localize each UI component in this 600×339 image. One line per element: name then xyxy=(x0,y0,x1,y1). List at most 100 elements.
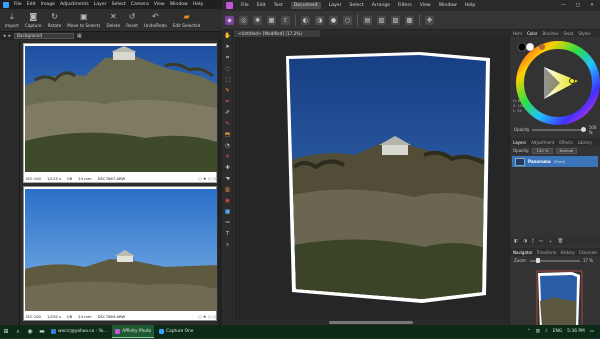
shape-tool-icon[interactable]: ■ xyxy=(223,208,232,216)
add-layer-icon[interactable]: ＋ xyxy=(548,239,553,245)
af-menu-filters[interactable]: Filters xyxy=(398,3,412,8)
c1-menu-edit[interactable]: Edit xyxy=(27,2,36,7)
taskbar-app-affinity[interactable]: Affinity Photo xyxy=(112,325,155,338)
develop-persona-icon[interactable]: ✺ xyxy=(253,15,262,25)
rotate-button[interactable]: ↻ Rotate xyxy=(47,9,63,31)
red-eye-tool-icon[interactable]: ◉ xyxy=(223,197,232,205)
photo-persona-icon[interactable]: ◆ xyxy=(225,15,234,25)
af-menu-layer[interactable]: Layer xyxy=(329,3,342,8)
delete-button[interactable]: ✕ Delete xyxy=(105,9,121,31)
start-icon[interactable]: ⊞ xyxy=(0,325,12,338)
blend-mode-select[interactable]: Normal xyxy=(555,147,578,154)
auto-white-balance-icon[interactable]: ○ xyxy=(343,15,352,25)
view-tool-icon[interactable]: ✋ xyxy=(223,32,232,40)
reset-button[interactable]: ↺ Reset xyxy=(125,9,139,31)
tab-effects[interactable]: Effects xyxy=(559,140,573,145)
c1-menu-layer[interactable]: Layer xyxy=(94,2,107,7)
rating-stars[interactable]: ○ ★ ○ ○ xyxy=(198,176,216,181)
layer-row[interactable]: Panorama (Pixel) xyxy=(512,156,598,167)
clock[interactable]: 5:36 PM xyxy=(567,329,585,334)
undo-redo-button[interactable]: ↶ Undo/Redo xyxy=(143,9,168,31)
af-menu-window[interactable]: Window xyxy=(439,3,457,8)
auto-colors-icon[interactable]: ● xyxy=(329,15,338,25)
selection-mode-icon[interactable]: ▧ xyxy=(377,15,386,25)
edge-icon[interactable]: ◉ xyxy=(24,325,36,338)
mask-icon[interactable]: ▤ xyxy=(363,15,372,25)
tab-hsm[interactable]: Hsm xyxy=(513,31,522,36)
marquee-tool-icon[interactable]: ⬚ xyxy=(223,76,232,84)
c1-menu-help[interactable]: Help xyxy=(193,2,203,7)
af-menu-text[interactable]: Text xyxy=(274,3,283,8)
auto-contrast-icon[interactable]: ◑ xyxy=(315,15,324,25)
c1-menu-adjustments[interactable]: Adjustments xyxy=(60,2,89,7)
clone-tool-icon[interactable]: ✢ xyxy=(223,153,232,161)
fill-tool-icon[interactable]: ⬒ xyxy=(223,131,232,139)
auto-levels-icon[interactable]: ◐ xyxy=(301,15,310,25)
tab-layers[interactable]: Layers xyxy=(513,140,526,145)
layer-opacity-field[interactable]: 100 % xyxy=(532,147,553,154)
flood-select-icon[interactable]: ✎ xyxy=(223,87,232,95)
af-menu-view[interactable]: View xyxy=(420,3,431,8)
af-menu-document[interactable]: Document xyxy=(290,2,321,9)
gradient-tool-icon[interactable]: ▥ xyxy=(223,186,232,194)
color-picker-icon[interactable]: ✒ xyxy=(223,98,232,106)
search-icon[interactable]: ⌕ xyxy=(12,325,24,338)
af-menu-file[interactable]: File xyxy=(241,3,249,8)
c1-menu-window[interactable]: Window xyxy=(170,2,188,7)
liquify-persona-icon[interactable]: ◎ xyxy=(239,15,248,25)
capture-button[interactable]: ◙ Capture xyxy=(24,9,43,31)
c1-menu-image[interactable]: Image xyxy=(41,2,55,7)
grid-view-icon[interactable]: ▦ xyxy=(77,33,82,39)
tab-history[interactable]: History xyxy=(560,250,574,255)
thumbnail[interactable]: ISO 100 1/250 s f/8 24 mm DSC7869.ARW ○ … xyxy=(23,186,217,321)
maximize-icon[interactable]: □ xyxy=(576,3,580,8)
edit-selected-button[interactable]: ▰ Edit Selected xyxy=(172,9,202,31)
layer-mask-icon[interactable]: ◧ xyxy=(514,239,518,244)
c1-menu-file[interactable]: File xyxy=(14,2,22,7)
canvas[interactable] xyxy=(234,37,527,320)
minimize-icon[interactable]: — xyxy=(561,3,566,8)
af-menu-arrange[interactable]: Arrange xyxy=(372,3,390,8)
scrollbar-thumb[interactable] xyxy=(329,321,413,324)
export-persona-icon[interactable]: ⇪ xyxy=(281,15,290,25)
taskbar-app-capture-one[interactable]: Capture One xyxy=(156,325,196,338)
c1-menu-select[interactable]: Select xyxy=(112,2,126,7)
zoom-tool-icon[interactable]: ⌕ xyxy=(223,241,232,249)
document-tab[interactable]: <Untitled> [Modified] (17.2%) xyxy=(234,30,320,37)
collection-field[interactable]: Background xyxy=(14,33,75,39)
tab-library[interactable]: Library xyxy=(578,140,592,145)
c1-menu-camera[interactable]: Camera xyxy=(131,2,149,7)
import-button[interactable]: ⤓ Import xyxy=(4,9,20,31)
fx-icon[interactable]: ƒ xyxy=(532,239,534,244)
volume-icon[interactable]: ♪ xyxy=(545,329,548,334)
crop-tool-icon[interactable]: ⌗ xyxy=(223,54,232,62)
af-menu-select[interactable]: Select xyxy=(350,3,364,8)
close-icon[interactable]: ✕ xyxy=(590,3,594,8)
move-tool-icon[interactable]: ✥ xyxy=(425,15,434,25)
chevron-up-icon[interactable]: ⌃ xyxy=(527,329,531,334)
af-menu-edit[interactable]: Edit xyxy=(257,3,266,8)
thumbnail[interactable]: ISO 100 1/125 s f/8 24 mm DSC7867.ARW ○ … xyxy=(23,43,217,183)
tab-transform[interactable]: Transform xyxy=(537,250,557,255)
tab-adjustment[interactable]: Adjustment xyxy=(531,140,554,145)
group-icon[interactable]: ▭ xyxy=(539,239,543,244)
language-indicator[interactable]: ENG xyxy=(553,329,562,334)
tab-styles[interactable]: Styles xyxy=(578,31,590,36)
move-tool-icon[interactable]: ➤ xyxy=(223,43,232,51)
trash-icon[interactable]: 🗑 xyxy=(558,239,564,244)
zoom-slider[interactable] xyxy=(529,257,580,263)
opacity-slider[interactable] xyxy=(532,126,586,132)
tab-color[interactable]: Color xyxy=(527,31,537,36)
color-wheel[interactable]: H: 67 S: 100 L: 50 xyxy=(510,37,600,125)
paint-brush-icon[interactable]: ✐ xyxy=(223,109,232,117)
blemish-tool-icon[interactable]: ✚ xyxy=(223,164,232,172)
tab-swatches[interactable]: Swat xyxy=(564,31,574,36)
text-tool-icon[interactable]: T xyxy=(223,230,232,238)
quick-mask-icon[interactable]: ▨ xyxy=(391,15,400,25)
erase-brush-icon[interactable]: ✎ xyxy=(223,120,232,128)
tab-navigator[interactable]: Navigator xyxy=(513,250,533,255)
dodge-tool-icon[interactable]: ◔ xyxy=(223,142,232,150)
back-arrow-icon[interactable]: ◂ xyxy=(3,33,6,39)
smudge-tool-icon[interactable]: ☚ xyxy=(223,175,232,183)
forward-arrow-icon[interactable]: ▸ xyxy=(9,33,12,39)
